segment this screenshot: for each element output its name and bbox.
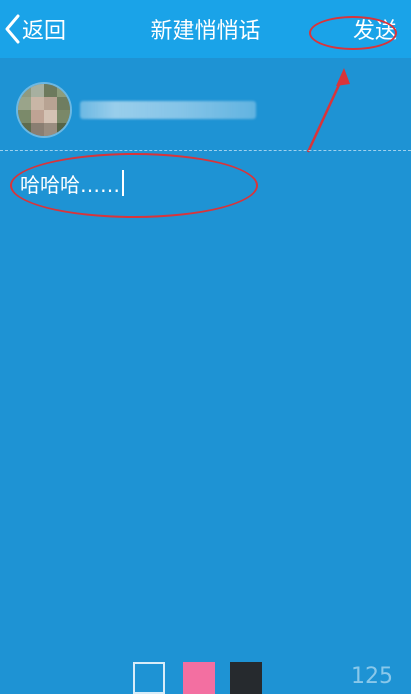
color-swatch-outline[interactable] [133, 662, 165, 694]
message-annotation-circle [10, 153, 258, 218]
color-swatch-pink[interactable] [183, 662, 215, 694]
recipient-name-blurred [80, 101, 256, 119]
char-counter: 125 [351, 664, 393, 689]
color-swatch-dark[interactable] [230, 662, 262, 694]
divider [0, 150, 411, 151]
back-button[interactable]: 返回 [0, 0, 80, 58]
chevron-left-icon [5, 14, 20, 44]
back-label: 返回 [22, 19, 67, 44]
send-annotation-circle [309, 16, 397, 50]
avatar[interactable] [18, 84, 70, 136]
annotation-arrow [306, 68, 350, 153]
